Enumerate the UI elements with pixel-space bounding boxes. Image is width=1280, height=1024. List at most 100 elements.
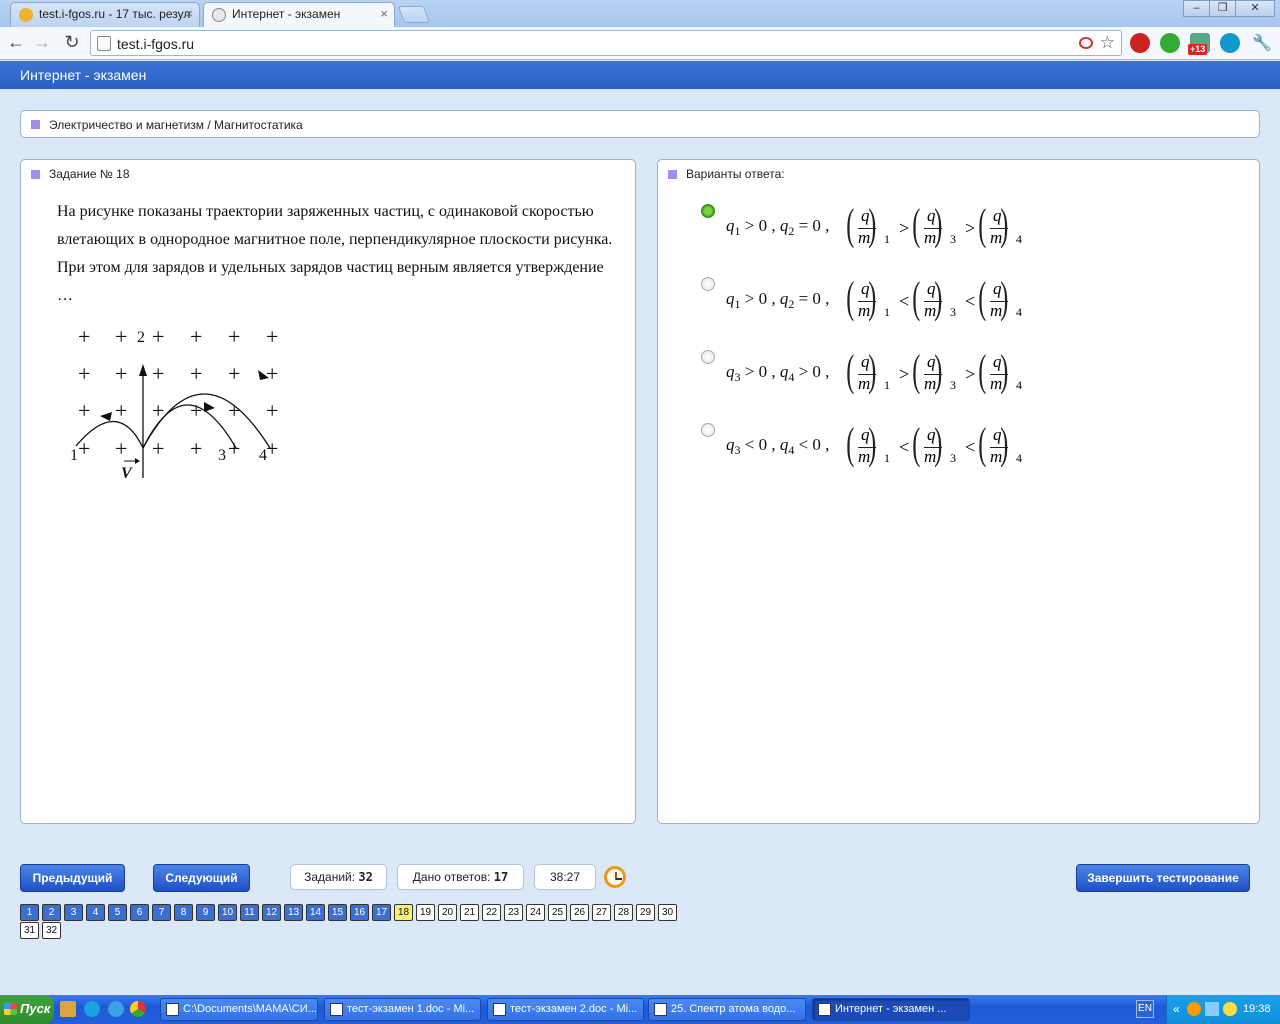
question-number-button[interactable]: 10 [218, 904, 237, 921]
finish-test-button[interactable]: Завершить тестирование [1076, 864, 1250, 892]
question-number-button[interactable]: 32 [42, 922, 61, 939]
question-number-button[interactable]: 15 [328, 904, 347, 921]
taskbar-window-button[interactable]: Интернет - экзамен ... [812, 998, 970, 1021]
ie-icon[interactable] [108, 1001, 124, 1017]
search-favicon-icon [19, 8, 33, 22]
fraction-lp: ( [978, 273, 987, 322]
windows-taskbar: Пуск C:\Documents\МАМА\СИ... тест-экзамен… [0, 995, 1280, 1024]
bookmark-star-icon[interactable]: ☆ [1100, 33, 1115, 53]
question-number-button[interactable]: 7 [152, 904, 171, 921]
field-plus-mark: + [115, 324, 127, 349]
forward-button[interactable]: → [30, 31, 54, 55]
task-panel: Задание № 18 На рисунке показаны траекто… [20, 159, 636, 824]
magnetic-field-figure: + + + + + + + + + + + + + + + + + + + + + + + + 1 2 3 4 V [66, 318, 292, 486]
answer-formula: q1 > 0 , q2 = 0 ,() q m 1 >() q m 3 >() q m 4 [726, 200, 1086, 264]
field-plus-mark: + [228, 436, 240, 461]
question-number-button[interactable]: 14 [306, 904, 325, 921]
skype-icon[interactable] [84, 1001, 100, 1017]
taskbar-window-button[interactable]: тест-экзамен 1.doc - Mi... [324, 998, 481, 1021]
question-number-button[interactable]: 21 [460, 904, 479, 921]
chrome-icon[interactable] [130, 1001, 146, 1017]
question-number-button[interactable]: 9 [196, 904, 215, 921]
question-number-button[interactable]: 18 [394, 904, 413, 921]
answer-radio[interactable] [701, 423, 715, 437]
address-bar[interactable]: test.i-fgos.ru ☆ [90, 30, 1122, 56]
question-number-button[interactable]: 30 [658, 904, 677, 921]
answer-radio[interactable] [701, 350, 715, 364]
start-button[interactable]: Пуск [0, 995, 54, 1024]
question-number-button[interactable]: 3 [64, 904, 83, 921]
network-icon[interactable] [1205, 1002, 1219, 1016]
field-plus-mark: + [152, 361, 164, 386]
volume-icon[interactable] [1223, 1002, 1237, 1016]
question-number-button[interactable]: 12 [262, 904, 281, 921]
taskbar-window-button[interactable]: 25. Спектр атома водо... [648, 998, 806, 1021]
fraction-sub: 3 [950, 305, 956, 319]
answer-option[interactable]: q3 > 0 , q4 > 0 ,() q m 1 >() q m 3 >() q m 4 [658, 346, 1258, 420]
answer-option[interactable]: q3 < 0 , q4 < 0 ,() q m 1 <() q m 3 <() q m 4 [658, 419, 1258, 493]
question-number-button[interactable]: 17 [372, 904, 391, 921]
field-plus-mark: + [78, 436, 90, 461]
question-number-button[interactable]: 27 [592, 904, 611, 921]
close-tab-icon[interactable]: × [185, 6, 193, 21]
answer-radio[interactable] [701, 277, 715, 291]
question-number-button[interactable]: 8 [174, 904, 193, 921]
answer-radio[interactable] [701, 204, 715, 218]
extension-icon[interactable] [1079, 37, 1093, 49]
reload-button[interactable]: ↻ [60, 31, 84, 55]
answer-option[interactable]: q1 > 0 , q2 = 0 ,() q m 1 <() q m 3 <() q m 4 [658, 273, 1258, 347]
question-number-button[interactable]: 25 [548, 904, 567, 921]
skype-icon[interactable] [1220, 33, 1240, 53]
trajectory-label-3: 3 [218, 447, 226, 464]
question-number-button[interactable]: 13 [284, 904, 303, 921]
previous-button[interactable]: Предыдущий [20, 864, 125, 892]
fraction-relation: < [965, 437, 976, 457]
wrench-icon[interactable]: 🔧 [1252, 33, 1272, 53]
question-number-button[interactable]: 1 [20, 904, 39, 921]
question-number-button[interactable]: 19 [416, 904, 435, 921]
taskbar-window-button[interactable]: тест-экзамен 2.doc - Mi... [487, 998, 644, 1021]
torrent-icon[interactable] [1160, 33, 1180, 53]
quicklaunch-icon[interactable] [60, 1001, 76, 1017]
question-number-button[interactable]: 29 [636, 904, 655, 921]
minimize-button[interactable]: – [1183, 0, 1210, 17]
field-plus-mark: + [228, 398, 240, 423]
tray-app-icon[interactable] [1187, 1002, 1201, 1016]
tray-expand-icon[interactable]: « [1173, 1002, 1180, 1016]
question-number-button[interactable]: 5 [108, 904, 127, 921]
restore-button[interactable]: ❐ [1209, 0, 1236, 17]
question-number-button[interactable]: 28 [614, 904, 633, 921]
question-number-button[interactable]: 24 [526, 904, 545, 921]
close-window-button[interactable]: ✕ [1235, 0, 1275, 17]
answer-formula: q1 > 0 , q2 = 0 ,() q m 1 <() q m 3 <() q m 4 [726, 273, 1086, 337]
question-number-button[interactable]: 23 [504, 904, 523, 921]
fraction-num: q [927, 425, 936, 444]
extension-badge: +13 [1188, 44, 1208, 55]
answer-option[interactable]: q1 > 0 , q2 = 0 ,() q m 1 >() q m 3 >() q m 4 [658, 200, 1258, 274]
question-number-button[interactable]: 6 [130, 904, 149, 921]
question-number-button[interactable]: 31 [20, 922, 39, 939]
fraction-relation: < [965, 291, 976, 311]
browser-tab-active[interactable]: Интернет - экзамен × [203, 2, 395, 28]
question-number-button[interactable]: 22 [482, 904, 501, 921]
question-number-button[interactable]: 11 [240, 904, 259, 921]
question-number-button[interactable]: 4 [86, 904, 105, 921]
new-tab-button[interactable] [397, 6, 431, 23]
next-button[interactable]: Следующий [153, 864, 250, 892]
question-number-button[interactable]: 2 [42, 904, 61, 921]
window-icon [330, 1003, 343, 1016]
field-plus-mark: + [78, 361, 90, 386]
taskbar-window-button[interactable]: C:\Documents\МАМА\СИ... [160, 998, 318, 1021]
specific-charge-fraction: () q m 4 [978, 273, 1022, 327]
adblock-icon[interactable] [1130, 33, 1150, 53]
field-plus-mark: + [228, 361, 240, 386]
close-tab-icon[interactable]: × [380, 6, 388, 21]
fraction-num: q [861, 279, 870, 298]
browser-tab[interactable]: test.i-fgos.ru - 17 тыс. резул × [10, 2, 200, 27]
question-number-button[interactable]: 16 [350, 904, 369, 921]
charge-symbol: q [726, 435, 735, 454]
question-number-button[interactable]: 20 [438, 904, 457, 921]
question-number-button[interactable]: 26 [570, 904, 589, 921]
back-button[interactable]: ← [4, 31, 28, 55]
language-indicator[interactable]: EN [1136, 1000, 1154, 1018]
